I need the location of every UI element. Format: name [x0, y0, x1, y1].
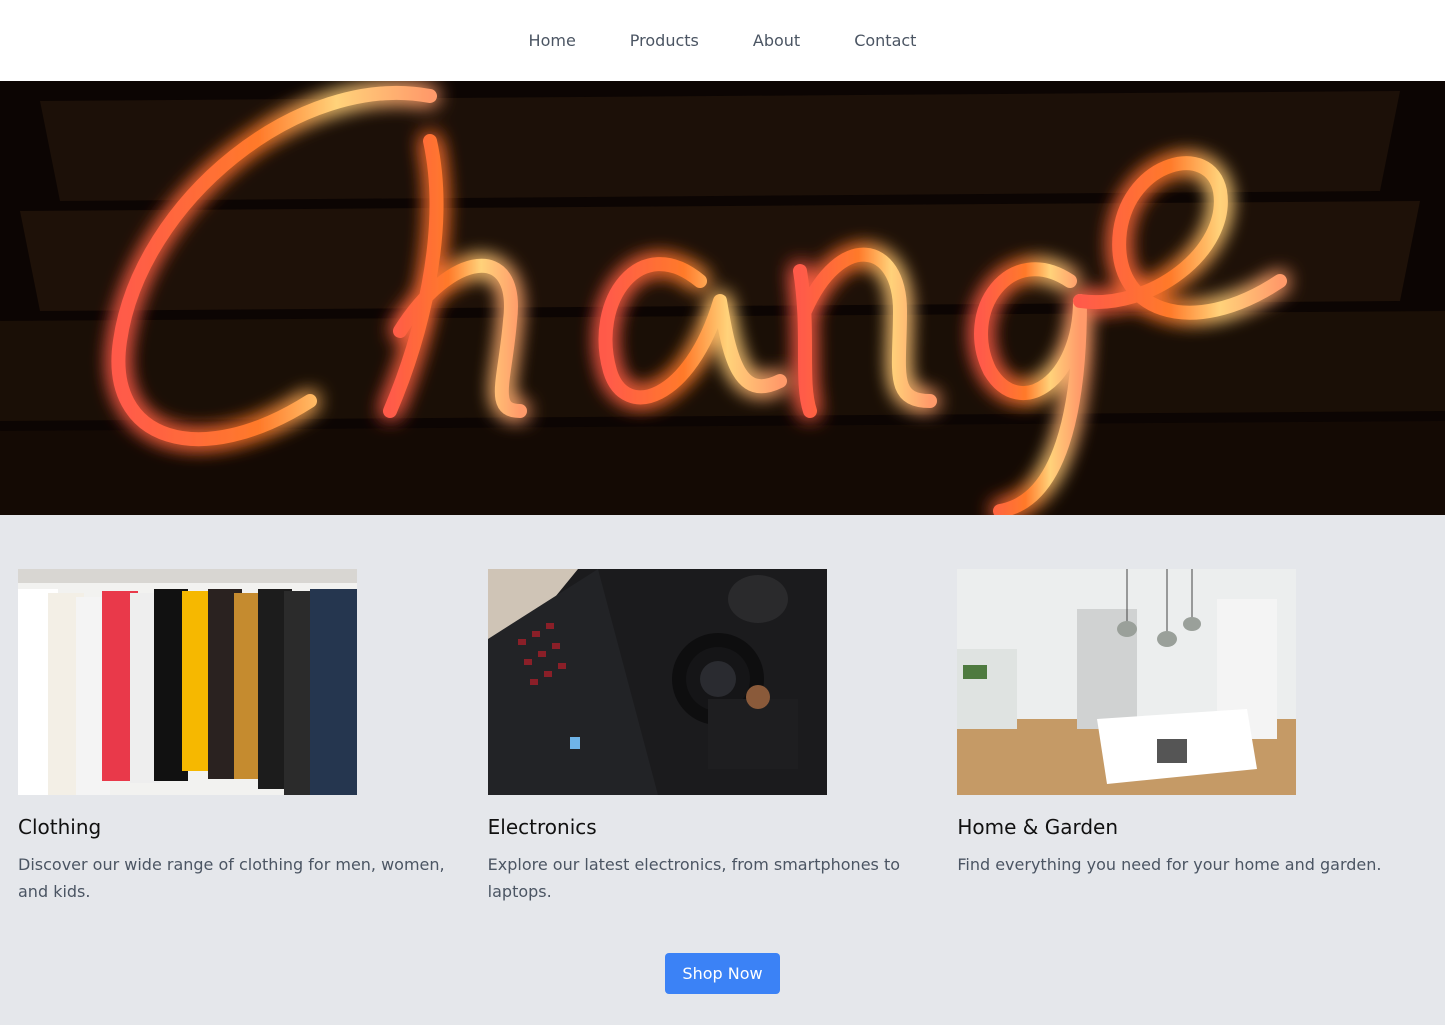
category-title: Clothing [18, 815, 102, 839]
nav-item-products: Products [630, 31, 699, 50]
category-description: Find everything you need for your home a… [957, 855, 1382, 874]
clothing-rack-illustration [18, 569, 357, 795]
category-card-home-garden[interactable]: Home & Garden Find everything you need f… [957, 569, 1427, 905]
shop-now-button[interactable]: Shop Now [665, 953, 780, 994]
category-card-clothing[interactable]: Clothing Discover our wide range of clot… [18, 569, 488, 905]
electronics-image [487, 569, 827, 795]
hero-banner [0, 81, 1445, 515]
category-description: Explore our latest electronics, from sma… [487, 855, 901, 901]
category-title: Electronics [487, 815, 597, 839]
cta-container: Shop Now [0, 953, 1445, 994]
hero-neon-sign-image [0, 81, 1445, 515]
nav-link-about[interactable]: About [753, 31, 800, 50]
nav-link-contact[interactable]: Contact [854, 31, 916, 50]
category-description: Discover our wide range of clothing for … [18, 855, 445, 901]
nav-link-products[interactable]: Products [630, 31, 699, 50]
laptop-camera-illustration [487, 569, 827, 795]
nav-item-about: About [753, 31, 800, 50]
nav-link-home[interactable]: Home [529, 31, 576, 50]
nav-item-contact: Contact [854, 31, 916, 50]
top-navigation: Home Products About Contact [0, 0, 1445, 81]
category-grid: Clothing Discover our wide range of clot… [0, 515, 1445, 905]
category-title: Home & Garden [957, 815, 1119, 839]
category-card-electronics[interactable]: Electronics Explore our latest electroni… [487, 569, 958, 905]
nav-item-home: Home [529, 31, 576, 50]
home-garden-image [957, 569, 1297, 795]
kitchen-illustration [957, 569, 1297, 795]
nav-list: Home Products About Contact [529, 31, 917, 50]
clothing-image [18, 569, 357, 795]
